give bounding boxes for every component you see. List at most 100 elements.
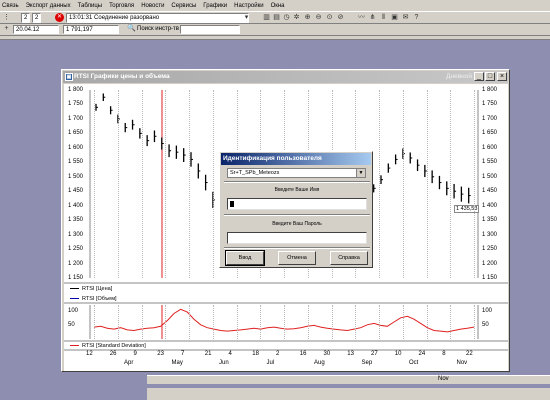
clock-icon[interactable]: ◷ bbox=[282, 13, 291, 22]
price-tick-label-left: 1 550 bbox=[68, 159, 84, 166]
legend-price: RTSI [Цена] bbox=[70, 286, 112, 292]
sd-tick-label-right: 100 bbox=[482, 307, 493, 314]
settings-icon[interactable]: ✲ bbox=[292, 13, 301, 22]
x-day-label: 10 bbox=[394, 351, 402, 357]
price-tick-label-right: 1 600 bbox=[482, 144, 498, 151]
grid-line bbox=[141, 305, 143, 339]
x-day-label: 9 bbox=[133, 351, 137, 357]
help-button[interactable]: Справка bbox=[330, 251, 368, 265]
price-tick-label-right: 1 300 bbox=[482, 231, 498, 238]
price-tick-label-left: 1 350 bbox=[68, 217, 84, 224]
bars-icon[interactable]: ⫴ bbox=[379, 13, 388, 22]
menu-item-3[interactable]: Торговля bbox=[109, 3, 134, 9]
price-tick-label-left: 1 300 bbox=[68, 231, 84, 238]
wave-icon[interactable]: 〰 bbox=[357, 13, 366, 22]
legend-price-label: RTSI [Цена] bbox=[82, 286, 113, 292]
legend-volume-swatch bbox=[70, 298, 79, 300]
add-icon[interactable]: + bbox=[2, 24, 11, 33]
grid-line bbox=[212, 305, 214, 339]
price-tick-label-right: 1 350 bbox=[482, 217, 498, 224]
menu-item-8[interactable]: Окна bbox=[271, 3, 285, 9]
name-input[interactable] bbox=[227, 198, 367, 210]
account-select[interactable]: Sr+T_SPb_Meteozs ▼ bbox=[227, 168, 366, 178]
mail-icon[interactable]: ✉ bbox=[401, 13, 410, 22]
legend-price-swatch bbox=[70, 288, 79, 290]
counter-right: 2 bbox=[32, 13, 41, 23]
price-tick-label-right: 1 250 bbox=[482, 246, 498, 253]
price-tick-label-right: 1 550 bbox=[482, 159, 498, 166]
menu-item-6[interactable]: Графики bbox=[203, 3, 227, 9]
x-day-label: 13 bbox=[347, 351, 354, 357]
account-select-value: Sr+T_SPb_Meteozs bbox=[230, 170, 280, 176]
grid-line bbox=[165, 305, 167, 339]
grid-line bbox=[117, 90, 119, 278]
grid-line bbox=[450, 90, 452, 278]
menu-item-4[interactable]: Новости bbox=[141, 3, 164, 9]
menu-item-7[interactable]: Настройки bbox=[234, 3, 263, 9]
cancel-button[interactable]: Отмена bbox=[278, 251, 316, 265]
price-field[interactable]: 1 791,197 bbox=[63, 25, 119, 34]
price-tick-label-right: 1 800 bbox=[482, 87, 498, 93]
login-button[interactable]: Ввод bbox=[225, 250, 265, 266]
price-tick-label-right: 1 500 bbox=[482, 173, 498, 180]
x-day-label: 12 bbox=[86, 351, 93, 357]
x-month-label: May bbox=[171, 360, 183, 366]
chart-window-titlebar[interactable]: ▣ RTSI Графики цены и объема Дневной bbox=[63, 71, 508, 83]
chart-window-title: RTSI Графики цены и объема bbox=[74, 73, 170, 80]
price-tick-label-right: 1 200 bbox=[482, 260, 498, 267]
menu-item-5[interactable]: Сервисы bbox=[171, 3, 196, 9]
grid-line bbox=[284, 305, 285, 339]
login-dialog-title[interactable]: Идентификация пользователя bbox=[221, 153, 371, 165]
dropdown-arrow-icon[interactable]: ▾ bbox=[242, 13, 251, 22]
lock-icon[interactable]: ⊘ bbox=[336, 13, 345, 22]
image-icon[interactable]: ▣ bbox=[390, 13, 399, 22]
date-field[interactable]: 20.04.12 bbox=[13, 25, 59, 34]
search-label[interactable]: Поиск инстр-тв bbox=[137, 25, 179, 34]
price-tick-label-left: 1 150 bbox=[68, 275, 84, 281]
grid-line bbox=[94, 90, 95, 278]
menu-item-2[interactable]: Таблицы bbox=[78, 3, 103, 9]
chevron-down-icon[interactable]: ▼ bbox=[356, 169, 365, 177]
toolbar-grip-icon: ⋮ bbox=[3, 14, 10, 21]
grid-line bbox=[212, 90, 214, 278]
disconnect-icon[interactable]: ✕ bbox=[55, 13, 64, 22]
login-dialog: Идентификация пользователя Sr+T_SPb_Mete… bbox=[219, 151, 373, 268]
last-price-tag: 1 435,53 bbox=[454, 205, 480, 213]
zoom-in-icon[interactable]: ⊕ bbox=[303, 13, 312, 22]
maximize-icon[interactable]: □ bbox=[485, 72, 495, 81]
menu-item-0[interactable]: Связь bbox=[2, 3, 19, 9]
chart-icon[interactable]: ▥ bbox=[262, 13, 271, 22]
crosshair-icon[interactable]: ⊙ bbox=[325, 13, 334, 22]
grid-line bbox=[117, 305, 119, 339]
password-label: Введите Ваш Пароль bbox=[272, 221, 322, 227]
grid-line bbox=[94, 305, 95, 339]
zoom-out-icon[interactable]: ⊖ bbox=[314, 13, 323, 22]
candles-icon[interactable]: ⋔ bbox=[368, 13, 377, 22]
legend-sd-swatch bbox=[70, 345, 79, 347]
grid-line bbox=[402, 305, 404, 339]
x-day-label: 21 bbox=[204, 351, 212, 357]
grid-line bbox=[189, 305, 190, 339]
price-tick-label-right: 1 400 bbox=[482, 202, 498, 209]
minimize-icon[interactable]: _ bbox=[474, 72, 484, 81]
close-icon[interactable]: × bbox=[497, 72, 507, 81]
grid-line bbox=[379, 90, 380, 278]
status-field: 13:01:31 Соединение разорвано bbox=[66, 13, 249, 23]
grid-line bbox=[236, 305, 238, 339]
grid-line bbox=[379, 305, 380, 339]
toolbar-ribbon bbox=[0, 36, 550, 40]
print-icon[interactable]: ▤ bbox=[272, 13, 281, 22]
x-month-label: Jul bbox=[266, 360, 275, 366]
menu-item-1[interactable]: Экспорт данных bbox=[26, 3, 71, 9]
search-icon[interactable]: 🔍 bbox=[127, 24, 136, 33]
x-day-label: 27 bbox=[371, 351, 378, 357]
price-tick-label-left: 1 800 bbox=[68, 87, 84, 93]
search-input[interactable] bbox=[180, 25, 240, 34]
grid-line bbox=[260, 305, 262, 339]
x-day-label: 18 bbox=[252, 351, 259, 357]
price-tick-label-right: 1 750 bbox=[482, 101, 498, 108]
help-icon[interactable]: ? bbox=[412, 13, 421, 22]
horizontal-scrollbar[interactable] bbox=[147, 375, 550, 384]
password-input[interactable] bbox=[227, 232, 367, 244]
price-tick-label-left: 1 750 bbox=[68, 101, 84, 108]
